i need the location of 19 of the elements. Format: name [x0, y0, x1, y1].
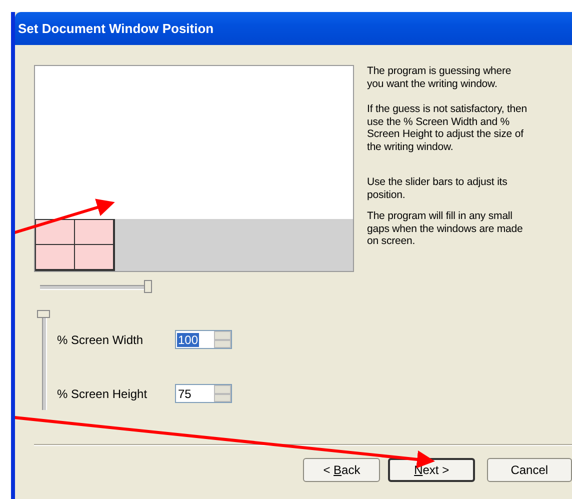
field-label: % Screen Height: [57, 386, 148, 400]
window-grid-icon: [35, 219, 115, 271]
horizontal-slider[interactable]: [40, 280, 152, 294]
help-text: Use the slider bars to adjust its position.: [367, 176, 508, 201]
slider-thumb[interactable]: [144, 280, 152, 293]
spin-field[interactable]: 75: [175, 384, 232, 403]
dialog-button[interactable]: < Back: [303, 458, 380, 482]
dialog-button[interactable]: Cancel: [486, 458, 572, 482]
help-text: If the guess is not satisfactory, then use the % Screen Width and % Screen Height to adjust the size of the writing window.: [367, 103, 528, 153]
vertical-slider[interactable]: [37, 310, 51, 410]
window-title: Set Document Window Position: [18, 21, 214, 36]
dialog-button[interactable]: Next >: [388, 458, 475, 482]
slider-thumb[interactable]: [37, 310, 50, 318]
spin-field[interactable]: 100: [175, 330, 232, 349]
help-text: The program is guessing where you want the writing window.: [367, 65, 512, 90]
help-text: The program will fill in any small gaps when the windows are made on screen.: [367, 210, 524, 248]
spin-arrows-icon[interactable]: [214, 385, 231, 402]
spin-arrows-icon[interactable]: [214, 331, 231, 348]
field-label: % Screen Width: [57, 332, 144, 346]
